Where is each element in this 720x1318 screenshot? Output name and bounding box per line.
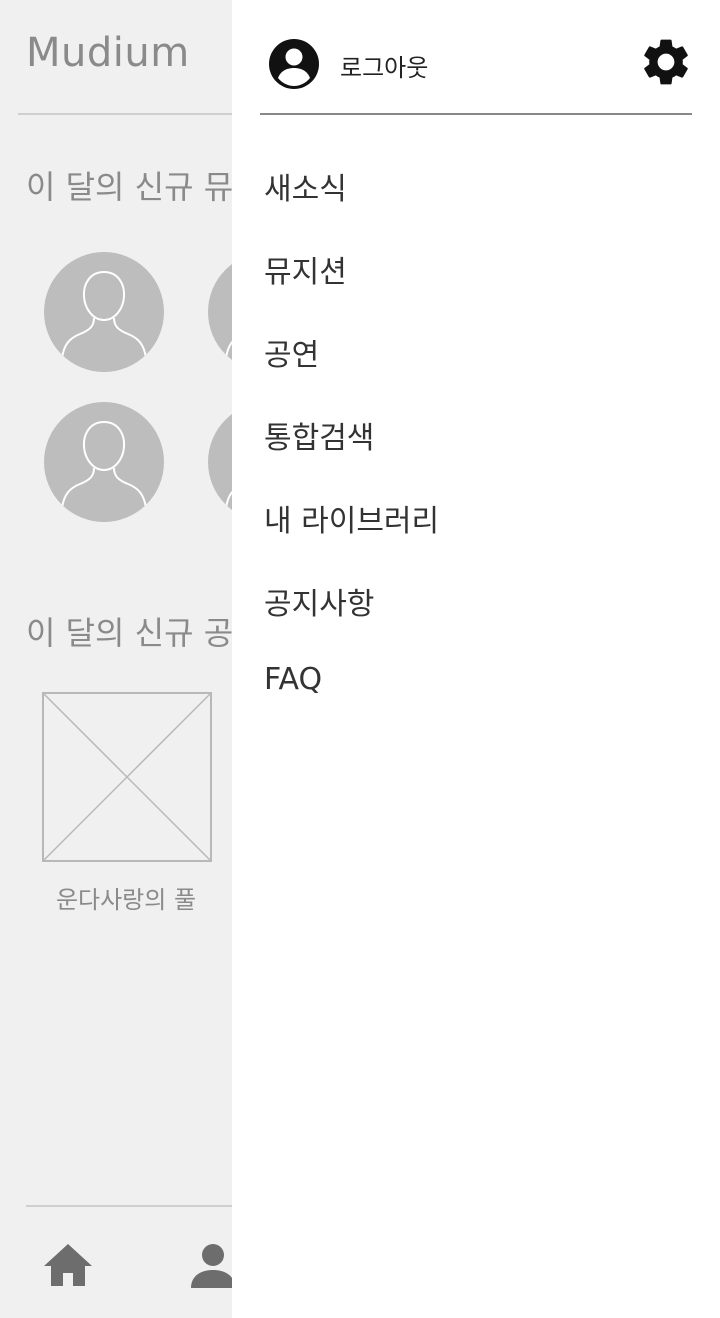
navigation-drawer: 로그아웃 새소식 뮤지션 공연 통합검색 내 라이브러리 공지사항 FAQ bbox=[232, 0, 720, 1318]
person-silhouette-icon bbox=[61, 420, 147, 509]
drawer-header: 로그아웃 bbox=[232, 0, 720, 116]
musician-avatar[interactable] bbox=[44, 402, 164, 522]
menu-item-shows[interactable]: 공연 bbox=[264, 330, 319, 374]
person-icon[interactable] bbox=[188, 1242, 238, 1290]
section-title-new-shows: 이 달의 신규 공 bbox=[26, 614, 234, 652]
menu-item-news[interactable]: 새소식 bbox=[264, 164, 347, 208]
home-icon[interactable] bbox=[42, 1240, 94, 1288]
menu-item-notices[interactable]: 공지사항 bbox=[264, 579, 374, 623]
section-title-new-musicians: 이 달의 신규 뮤 bbox=[26, 168, 234, 206]
person-silhouette-icon bbox=[61, 270, 147, 359]
menu-item-search[interactable]: 통합검색 bbox=[264, 413, 374, 457]
gear-icon[interactable] bbox=[638, 34, 694, 90]
menu-item-musicians[interactable]: 뮤지션 bbox=[264, 247, 347, 291]
drawer-header-divider bbox=[260, 113, 692, 115]
app-title: Mudium bbox=[26, 30, 190, 76]
logout-button[interactable]: 로그아웃 bbox=[340, 48, 428, 83]
musician-avatar[interactable] bbox=[44, 252, 164, 372]
account-circle-icon[interactable] bbox=[268, 38, 320, 90]
poster-image-placeholder[interactable] bbox=[42, 692, 212, 862]
menu-item-my-library[interactable]: 내 라이브러리 bbox=[264, 496, 439, 540]
menu-item-faq[interactable]: FAQ bbox=[264, 662, 322, 697]
poster-caption: 운다사랑의 풀 bbox=[55, 886, 197, 914]
